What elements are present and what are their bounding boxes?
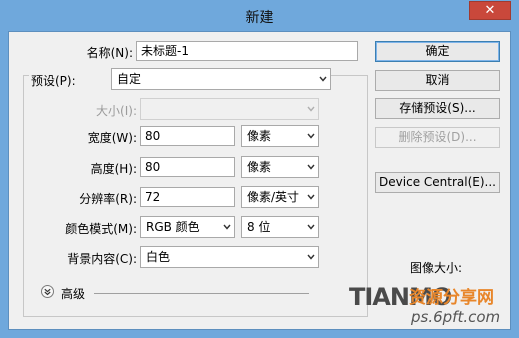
height-label: 高度(H):	[90, 162, 137, 176]
height-unit-select[interactable]: 像素	[241, 156, 319, 178]
dialog-window: 新建 ✕ 名称(N): 未标题-1 预设(P): 自定 大小(I): 宽度(W)…	[0, 0, 519, 338]
cancel-button[interactable]: 取消	[375, 70, 500, 91]
chevron-down-icon	[223, 224, 231, 230]
height-input[interactable]: 80	[140, 157, 235, 177]
preset-select[interactable]: 自定	[111, 68, 331, 90]
name-input[interactable]: 未标题-1	[136, 41, 358, 61]
delete-preset-button[interactable]: 删除预设(D)...	[375, 127, 500, 148]
color-mode-value: RGB 颜色	[146, 220, 200, 234]
resolution-unit-value: 像素/英寸	[247, 190, 300, 204]
watermark-text-cn: 资源分享网	[409, 288, 494, 308]
preset-value: 自定	[117, 72, 142, 86]
watermark-logo: TIANMO 资源分享网 ps.6pft.com	[343, 281, 513, 334]
chevron-down-icon	[307, 133, 315, 139]
expand-toggle-icon[interactable]	[41, 285, 54, 298]
color-mode-label: 颜色模式(M):	[65, 222, 137, 236]
resolution-unit-select[interactable]: 像素/英寸	[241, 186, 319, 208]
size-label: 大小(I):	[96, 104, 137, 118]
bit-depth-select[interactable]: 8 位	[241, 216, 319, 238]
color-mode-select[interactable]: RGB 颜色	[140, 216, 235, 238]
chevron-down-icon	[307, 254, 315, 260]
title-bar[interactable]: 新建 ✕	[0, 0, 519, 31]
device-central-button[interactable]: Device Central(E)...	[375, 172, 500, 193]
background-value: 白色	[146, 250, 171, 264]
resolution-label: 分辨率(R):	[79, 192, 137, 206]
advanced-label[interactable]: 高级	[61, 285, 85, 302]
width-label: 宽度(W):	[87, 131, 137, 145]
advanced-divider	[94, 293, 309, 294]
chevron-down-icon	[307, 164, 315, 170]
chevron-down-icon	[307, 224, 315, 230]
bit-depth-value: 8 位	[247, 220, 271, 234]
width-unit-select[interactable]: 像素	[241, 125, 319, 147]
width-input[interactable]: 80	[140, 126, 235, 146]
size-select[interactable]	[140, 98, 319, 120]
close-button[interactable]: ✕	[469, 1, 511, 20]
background-label: 背景内容(C):	[67, 252, 137, 266]
image-size-label: 图像大小:	[410, 261, 463, 275]
chevron-down-icon	[319, 76, 327, 82]
save-preset-button[interactable]: 存储预设(S)...	[375, 98, 500, 119]
width-unit-value: 像素	[247, 129, 272, 143]
resolution-input[interactable]: 72	[140, 187, 235, 207]
name-label: 名称(N):	[86, 46, 133, 60]
chevron-down-icon	[307, 194, 315, 200]
close-icon: ✕	[484, 3, 496, 18]
preset-label: 预设(P):	[29, 72, 115, 89]
ok-button[interactable]: 确定	[375, 41, 500, 62]
chevron-down-icon	[307, 106, 315, 112]
dialog-title: 新建	[245, 10, 274, 26]
height-unit-value: 像素	[247, 160, 272, 174]
watermark-url: ps.6pft.com	[411, 308, 501, 326]
background-select[interactable]: 白色	[140, 246, 319, 268]
